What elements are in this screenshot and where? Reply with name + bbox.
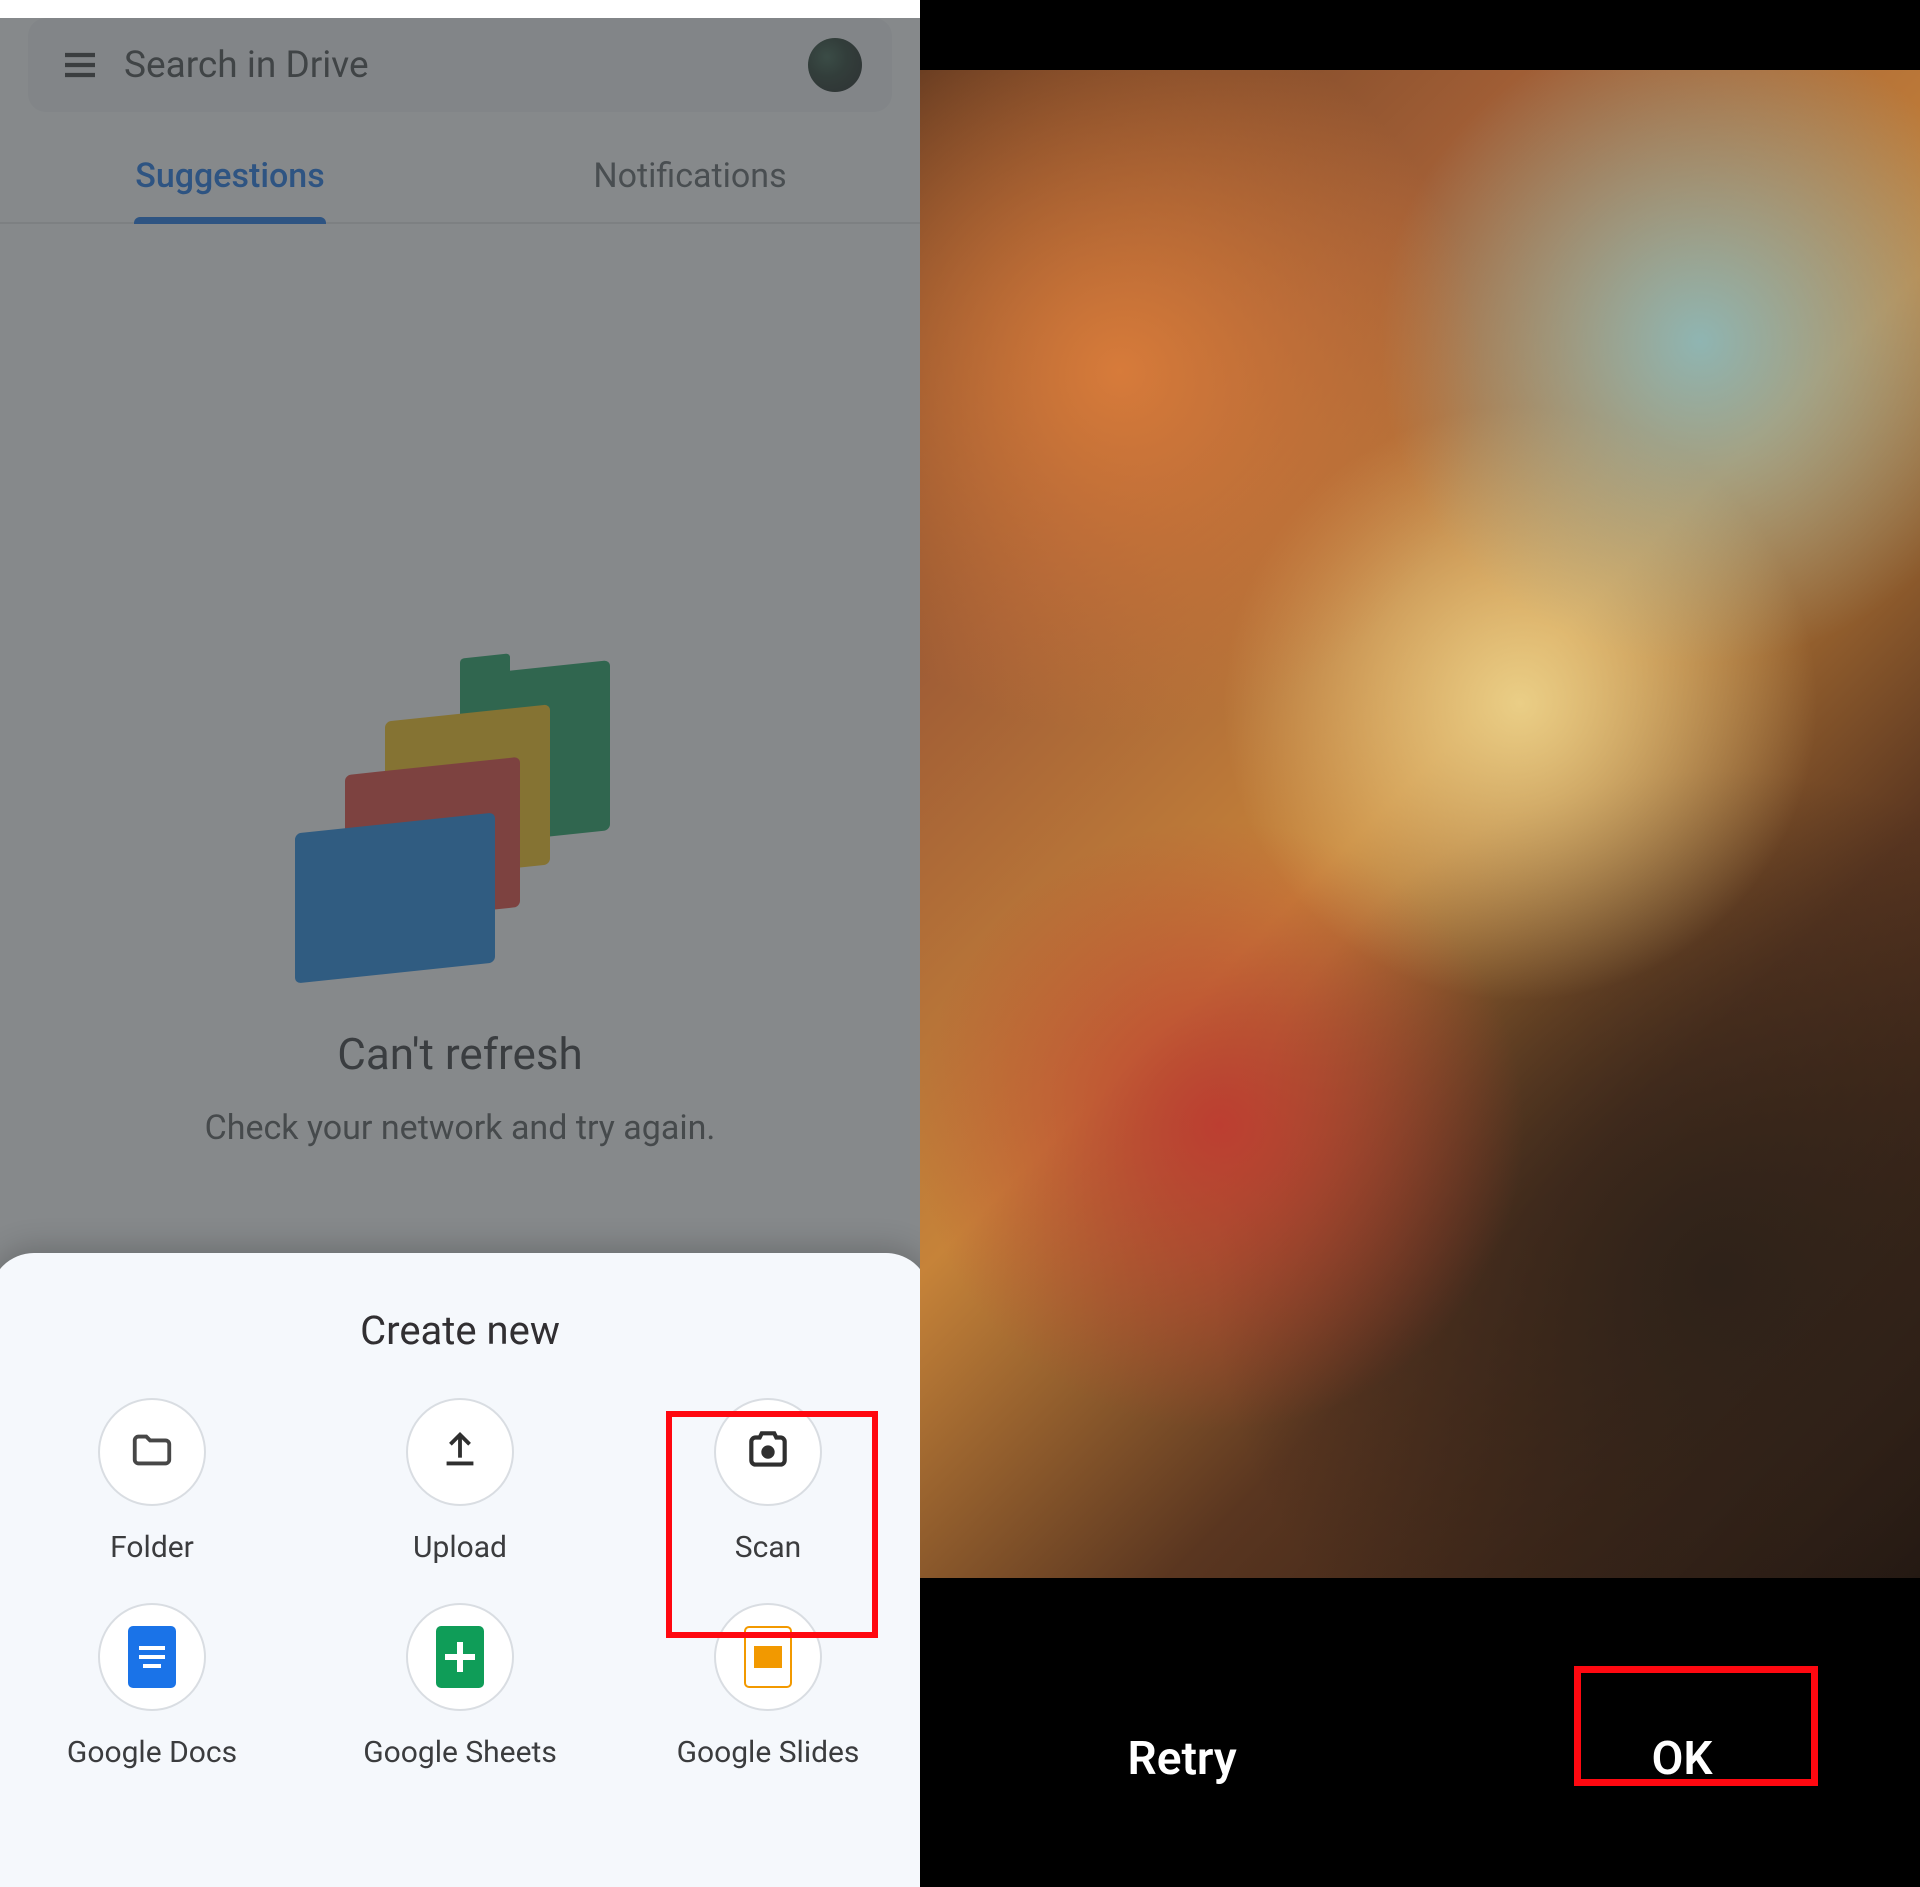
google-slides-icon [744,1626,792,1688]
camera-icon [743,1425,793,1479]
create-slides-button[interactable]: Google Slides [614,1603,920,1770]
create-slides-label: Google Slides [677,1735,860,1770]
create-upload-button[interactable]: Upload [306,1398,614,1565]
camera-captured-image [920,70,1920,1578]
create-folder-button[interactable]: Folder [0,1398,306,1565]
create-docs-label: Google Docs [67,1735,237,1770]
camera-preview-screen: Retry OK [920,0,1920,1887]
sheet-title: Create new [0,1307,920,1354]
create-docs-button[interactable]: Google Docs [0,1603,306,1770]
drive-background: Search in Drive Suggestions Notification… [0,18,920,1887]
create-scan-button[interactable]: Scan [614,1398,920,1565]
create-sheets-button[interactable]: Google Sheets [306,1603,614,1770]
google-docs-icon [128,1626,176,1688]
google-sheets-icon [436,1626,484,1688]
create-new-sheet: Create new Folder [0,1253,920,1887]
camera-controls: Retry OK [920,1689,1920,1829]
sheet-grid: Folder Upload [0,1398,920,1770]
folder-icon [129,1427,175,1477]
create-folder-label: Folder [110,1530,194,1565]
ok-button[interactable]: OK [1596,1704,1769,1814]
retry-button[interactable]: Retry [1071,1704,1292,1814]
create-sheets-label: Google Sheets [363,1735,557,1770]
upload-icon [437,1427,483,1477]
create-upload-label: Upload [413,1530,507,1565]
create-scan-label: Scan [735,1530,801,1565]
drive-screen: Search in Drive Suggestions Notification… [0,0,920,1887]
